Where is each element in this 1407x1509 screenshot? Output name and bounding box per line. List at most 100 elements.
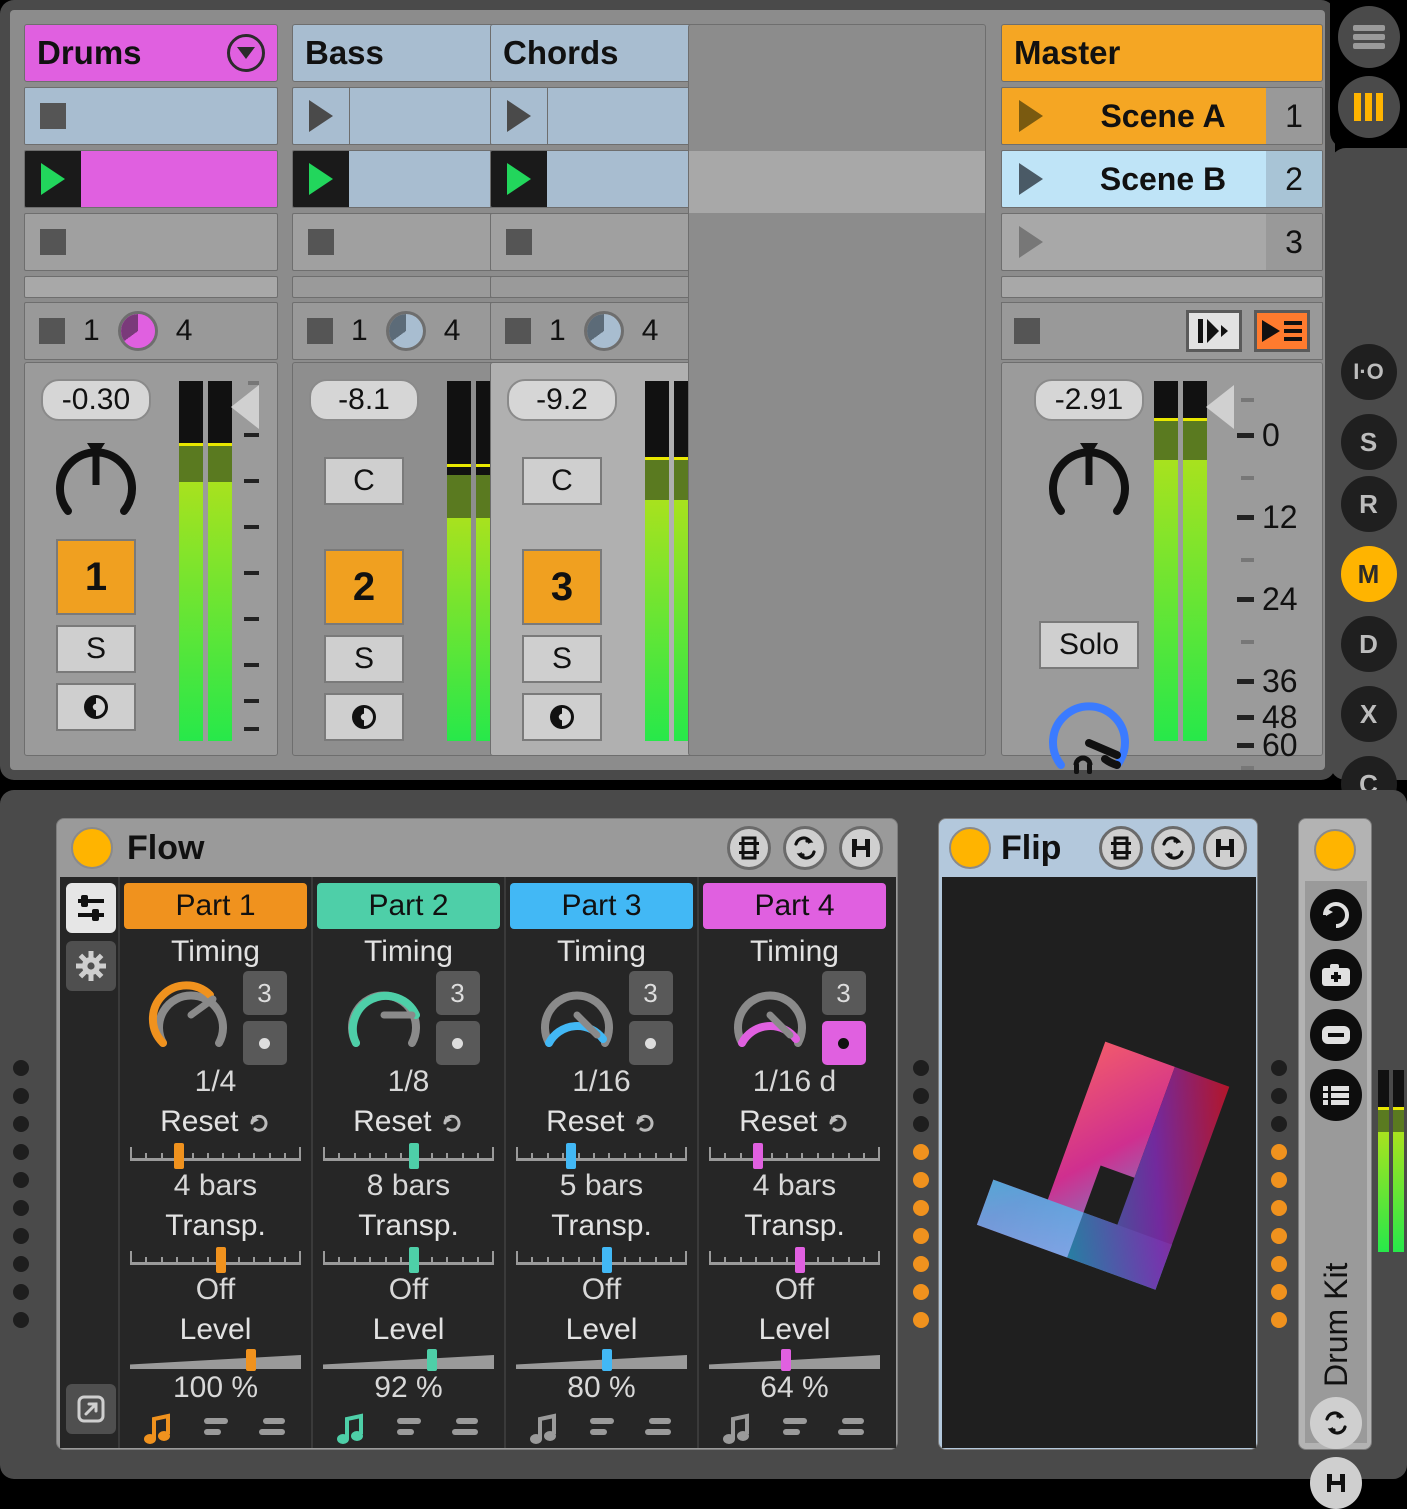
clip-stop-button[interactable] bbox=[25, 214, 81, 270]
volume-display[interactable]: -9.2 bbox=[507, 379, 617, 421]
follow-actions-icon[interactable] bbox=[1254, 310, 1310, 352]
align-1-icon[interactable] bbox=[779, 1416, 811, 1442]
volume-display[interactable]: -0.30 bbox=[41, 379, 151, 421]
timing-dotted-button[interactable] bbox=[821, 1021, 866, 1065]
pan-knob[interactable] bbox=[50, 433, 142, 525]
parameters-icon[interactable] bbox=[66, 883, 116, 933]
align-2-icon[interactable] bbox=[257, 1416, 289, 1442]
timing-dotted-button[interactable] bbox=[628, 1021, 673, 1065]
scene-launch-button[interactable] bbox=[1002, 88, 1060, 144]
solo-button[interactable]: S bbox=[522, 635, 602, 683]
clip-stop-button[interactable] bbox=[491, 214, 547, 270]
menu-icon[interactable] bbox=[1337, 6, 1400, 68]
clip-play-button[interactable] bbox=[491, 151, 547, 207]
mixer-button[interactable]: M bbox=[1340, 546, 1397, 602]
part-tab[interactable]: Part 3 bbox=[510, 883, 693, 929]
arm-record-button[interactable] bbox=[522, 693, 602, 741]
preset-icon[interactable] bbox=[1310, 1397, 1362, 1449]
save-icon[interactable] bbox=[1203, 826, 1247, 870]
note-icon[interactable] bbox=[528, 1413, 562, 1445]
scene-launch-button[interactable] bbox=[1002, 151, 1060, 207]
arm-record-button[interactable] bbox=[56, 683, 136, 731]
settings-gear-icon[interactable] bbox=[66, 941, 116, 991]
launch-right-value[interactable]: 4 bbox=[444, 314, 461, 348]
timing-ratio-button[interactable]: 3 bbox=[435, 971, 480, 1015]
list-icon[interactable] bbox=[1310, 1069, 1362, 1121]
preset-icon[interactable] bbox=[1151, 826, 1195, 870]
launch-left-value[interactable]: 1 bbox=[83, 314, 100, 348]
launch-right-value[interactable]: 4 bbox=[642, 314, 659, 348]
reset-slider[interactable] bbox=[709, 1143, 881, 1169]
reset-arrow-icon[interactable] bbox=[633, 1111, 657, 1135]
timing-ratio-button[interactable]: 3 bbox=[242, 971, 287, 1015]
pan-center-button[interactable]: C bbox=[324, 457, 404, 505]
transpose-slider[interactable] bbox=[709, 1247, 881, 1273]
timing-ratio-button[interactable]: 3 bbox=[628, 971, 673, 1015]
transpose-slider[interactable] bbox=[323, 1247, 495, 1273]
track-number-button[interactable]: 2 bbox=[324, 549, 404, 625]
io-button[interactable]: I·O bbox=[1340, 344, 1397, 400]
scene-row[interactable]: Scene B 2 bbox=[1001, 150, 1323, 208]
crossfade-icon[interactable] bbox=[1186, 310, 1242, 352]
scene-launch-button[interactable] bbox=[1002, 214, 1060, 270]
save-icon[interactable] bbox=[839, 826, 883, 870]
transpose-slider[interactable] bbox=[516, 1247, 688, 1273]
clip-play-button[interactable] bbox=[293, 151, 349, 207]
clip-stop-button[interactable] bbox=[293, 214, 349, 270]
align-1-icon[interactable] bbox=[393, 1416, 425, 1442]
stop-all-clips-button[interactable] bbox=[1014, 318, 1040, 344]
expand-device-icon[interactable] bbox=[66, 1384, 116, 1434]
arm-record-button[interactable] bbox=[324, 693, 404, 741]
clip-stop-button[interactable] bbox=[25, 88, 81, 144]
clip-play-button[interactable] bbox=[293, 88, 349, 144]
track-stop-button[interactable] bbox=[307, 318, 333, 344]
level-slider[interactable] bbox=[130, 1349, 301, 1371]
scene-row[interactable]: Scene A 1 bbox=[1001, 87, 1323, 145]
reset-arrow-icon[interactable] bbox=[247, 1111, 271, 1135]
note-icon[interactable] bbox=[142, 1413, 176, 1445]
camera-add-icon[interactable] bbox=[1310, 949, 1362, 1001]
launch-right-value[interactable]: 4 bbox=[176, 314, 193, 348]
master-header[interactable]: Master bbox=[1001, 24, 1323, 82]
pan-center-button[interactable]: C bbox=[522, 457, 602, 505]
align-1-icon[interactable] bbox=[200, 1416, 232, 1442]
level-slider[interactable] bbox=[323, 1349, 494, 1371]
solo-button[interactable]: S bbox=[56, 625, 136, 673]
timing-knob[interactable] bbox=[531, 971, 623, 1057]
returns-button[interactable]: R bbox=[1340, 476, 1397, 532]
timing-knob[interactable] bbox=[724, 971, 816, 1057]
align-2-icon[interactable] bbox=[450, 1416, 482, 1442]
track-header-drums[interactable]: Drums bbox=[24, 24, 278, 82]
part-tab[interactable]: Part 1 bbox=[124, 883, 307, 929]
clip-play-button[interactable] bbox=[25, 151, 81, 207]
session-view-icon[interactable] bbox=[1337, 76, 1400, 138]
solo-button[interactable]: S bbox=[324, 635, 404, 683]
reset-arrow-icon[interactable] bbox=[440, 1111, 464, 1135]
sends-button[interactable]: S bbox=[1340, 414, 1397, 470]
crossfader-button[interactable]: X bbox=[1340, 686, 1397, 742]
clip-play-button[interactable] bbox=[491, 88, 547, 144]
master-volume-display[interactable]: -2.91 bbox=[1034, 379, 1144, 421]
align-2-icon[interactable] bbox=[836, 1416, 868, 1442]
track-stop-button[interactable] bbox=[39, 318, 65, 344]
chevron-down-icon[interactable] bbox=[227, 34, 265, 72]
device-scroll-dots-left[interactable] bbox=[8, 1060, 34, 1328]
reset-slider[interactable] bbox=[516, 1143, 688, 1169]
clip-slot[interactable] bbox=[24, 150, 278, 208]
reset-slider[interactable] bbox=[130, 1143, 302, 1169]
note-icon[interactable] bbox=[335, 1413, 369, 1445]
clip-slot[interactable] bbox=[24, 213, 278, 271]
level-slider[interactable] bbox=[709, 1349, 880, 1371]
timing-dotted-button[interactable] bbox=[435, 1021, 480, 1065]
timing-dotted-button[interactable] bbox=[242, 1021, 287, 1065]
device-scroll-dots-middle[interactable] bbox=[908, 1060, 934, 1328]
device-on-icon[interactable] bbox=[727, 826, 771, 870]
device-power-led[interactable] bbox=[71, 827, 113, 869]
device-power-led[interactable] bbox=[949, 827, 991, 869]
minus-icon[interactable] bbox=[1310, 1009, 1362, 1061]
launch-left-value[interactable]: 1 bbox=[351, 314, 368, 348]
transpose-slider[interactable] bbox=[130, 1247, 302, 1273]
track-stop-button[interactable] bbox=[505, 318, 531, 344]
align-1-icon[interactable] bbox=[586, 1416, 618, 1442]
clip-slot[interactable] bbox=[24, 87, 278, 145]
